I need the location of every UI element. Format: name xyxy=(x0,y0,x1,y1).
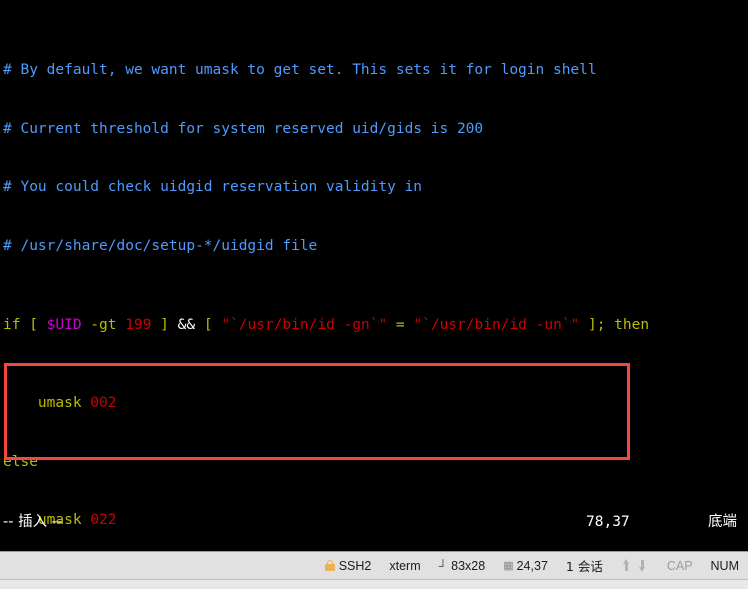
status-protocol[interactable]: SSH2 xyxy=(316,552,381,579)
status-terminal-size[interactable]: ┘ 83x28 xyxy=(430,552,495,579)
cursor-position-icon: ▦ xyxy=(503,560,513,572)
line-text: else xyxy=(3,453,38,470)
application-status-bar: SSH2 xterm ┘ 83x28 ▦ 24,37 1 会话 CAP NUM xyxy=(0,551,748,589)
status-caps-lock: CAP xyxy=(658,552,702,579)
status-terminal-type[interactable]: xterm xyxy=(380,552,429,579)
terminal-line: if [ $UID -gt 199 ] && [ "`/usr/bin/id -… xyxy=(3,316,650,333)
line-text: # You could check uidgid reservation val… xyxy=(3,179,423,196)
vim-file-position: 底端 xyxy=(708,514,737,530)
arrow-down-icon[interactable] xyxy=(637,559,649,572)
terminal-screen[interactable]: # By default, we want umask to get set. … xyxy=(0,0,748,551)
status-scroll-indicators[interactable] xyxy=(612,552,658,579)
terminal-line: # /usr/share/doc/setup-*/uidgid file xyxy=(3,237,748,257)
terminal-line: umask 002 xyxy=(3,394,117,411)
terminal-line: # You could check uidgid reservation val… xyxy=(3,178,748,198)
status-cursor-position-label: 24,37 xyxy=(516,558,548,573)
status-session-count[interactable]: 1 会话 xyxy=(557,552,612,579)
terminal-line: # Current threshold for system reserved … xyxy=(3,120,748,140)
lock-icon xyxy=(324,560,335,571)
status-num-lock-label: NUM xyxy=(710,558,739,573)
resize-corner-icon: ┘ xyxy=(438,558,448,573)
vim-status-line: -- 插入 -- 78,37 底端 xyxy=(0,512,748,536)
status-num-lock: NUM xyxy=(702,552,748,579)
status-protocol-label: SSH2 xyxy=(338,558,372,573)
arrow-up-icon[interactable] xyxy=(621,559,633,572)
line-text: # By default, we want umask to get set. … xyxy=(3,61,597,78)
vim-cursor-ruler: 78,37 xyxy=(586,514,630,530)
vim-mode-indicator: -- 插入 -- xyxy=(3,514,63,530)
terminal-line: # By default, we want umask to get set. … xyxy=(3,61,748,81)
status-terminal-type-label: xterm xyxy=(389,558,421,573)
status-session-count-label: 1 会话 xyxy=(565,559,603,574)
terminal-line: else xyxy=(3,453,748,473)
status-terminal-size-label: 83x28 xyxy=(451,558,486,573)
line-text: # Current threshold for system reserved … xyxy=(3,120,484,137)
status-cursor-position[interactable]: ▦ 24,37 xyxy=(494,552,557,579)
status-caps-lock-label: CAP xyxy=(666,558,693,573)
terminal-text-area[interactable]: # By default, we want umask to get set. … xyxy=(3,2,748,551)
line-text: # /usr/share/doc/setup-*/uidgid file xyxy=(3,238,318,255)
